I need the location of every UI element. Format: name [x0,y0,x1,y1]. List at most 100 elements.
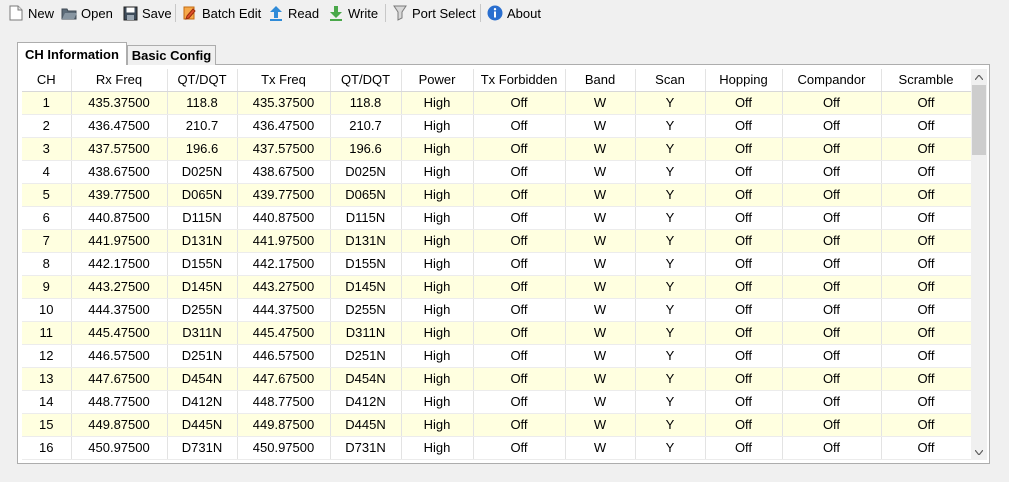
cell-tx-qt-dqt[interactable]: D145N [330,275,402,299]
cell-ch[interactable]: 10 [22,298,72,322]
cell-hopping[interactable]: Off [705,275,783,299]
cell-power[interactable]: High [401,137,474,161]
cell-rx-qt-dqt[interactable]: 210.7 [167,114,238,138]
cell-scramble[interactable]: Off [881,252,971,276]
cell-compandor[interactable]: Off [782,114,882,138]
cell-hopping[interactable]: Off [705,229,783,253]
cell-compandor[interactable]: Off [782,321,882,345]
cell-power[interactable]: High [401,206,474,230]
cell-scan[interactable]: Y [635,252,706,276]
cell-ch[interactable]: 11 [22,321,72,345]
cell-hopping[interactable]: Off [705,252,783,276]
cell-scramble[interactable]: Off [881,413,971,437]
scroll-down-button[interactable] [971,444,987,460]
cell-hopping[interactable]: Off [705,413,783,437]
cell-tx-qt-dqt[interactable]: D412N [330,390,402,414]
cell-band[interactable]: W [565,91,636,115]
cell-tx-freq[interactable]: 447.67500 [237,367,331,391]
cell-band[interactable]: W [565,436,636,460]
cell-power[interactable]: High [401,344,474,368]
cell-band[interactable]: W [565,252,636,276]
cell-tx-forbidden[interactable]: Off [473,344,566,368]
cell-scramble[interactable]: Off [881,183,971,207]
tab-basic-config[interactable]: Basic Config [127,45,216,65]
cell-ch[interactable]: 1 [22,91,72,115]
cell-scramble[interactable]: Off [881,91,971,115]
cell-power[interactable]: High [401,252,474,276]
cell-tx-freq[interactable]: 439.77500 [237,183,331,207]
cell-tx-freq[interactable]: 448.77500 [237,390,331,414]
cell-ch[interactable]: 16 [22,436,72,460]
cell-tx-forbidden[interactable]: Off [473,252,566,276]
cell-compandor[interactable]: Off [782,298,882,322]
cell-scan[interactable]: Y [635,183,706,207]
cell-ch[interactable]: 12 [22,344,72,368]
cell-rx-qt-dqt[interactable]: D454N [167,367,238,391]
cell-tx-qt-dqt[interactable]: D115N [330,206,402,230]
cell-hopping[interactable]: Off [705,114,783,138]
cell-scramble[interactable]: Off [881,436,971,460]
cell-scramble[interactable]: Off [881,114,971,138]
open-button[interactable]: Open [61,3,113,23]
cell-compandor[interactable]: Off [782,413,882,437]
cell-tx-freq[interactable]: 436.47500 [237,114,331,138]
cell-tx-freq[interactable]: 442.17500 [237,252,331,276]
cell-band[interactable]: W [565,413,636,437]
cell-power[interactable]: High [401,114,474,138]
cell-hopping[interactable]: Off [705,321,783,345]
cell-tx-forbidden[interactable]: Off [473,321,566,345]
cell-rx-qt-dqt[interactable]: D131N [167,229,238,253]
cell-compandor[interactable]: Off [782,367,882,391]
cell-scan[interactable]: Y [635,413,706,437]
cell-rx-qt-dqt[interactable]: D445N [167,413,238,437]
cell-ch[interactable]: 8 [22,252,72,276]
cell-band[interactable]: W [565,229,636,253]
cell-scramble[interactable]: Off [881,275,971,299]
cell-band[interactable]: W [565,183,636,207]
about-button[interactable]: About [487,3,541,23]
column-header-ch[interactable]: CH [22,69,72,92]
table-row[interactable]: 15 449.87500 D445N 449.87500 D445N High Off W Y O… [22,413,971,437]
cell-tx-qt-dqt[interactable]: D454N [330,367,402,391]
cell-scan[interactable]: Y [635,91,706,115]
cell-scan[interactable]: Y [635,114,706,138]
cell-scan[interactable]: Y [635,436,706,460]
cell-band[interactable]: W [565,344,636,368]
cell-tx-forbidden[interactable]: Off [473,183,566,207]
cell-tx-qt-dqt[interactable]: D131N [330,229,402,253]
table-row[interactable]: 5 439.77500 D065N 439.77500 D065N High Off W Y Of… [22,183,971,207]
cell-band[interactable]: W [565,321,636,345]
cell-compandor[interactable]: Off [782,206,882,230]
cell-compandor[interactable]: Off [782,137,882,161]
cell-tx-freq[interactable]: 446.57500 [237,344,331,368]
cell-tx-qt-dqt[interactable]: D731N [330,436,402,460]
cell-tx-forbidden[interactable]: Off [473,229,566,253]
cell-power[interactable]: High [401,91,474,115]
cell-scan[interactable]: Y [635,229,706,253]
cell-band[interactable]: W [565,137,636,161]
cell-compandor[interactable]: Off [782,160,882,184]
cell-tx-qt-dqt[interactable]: D311N [330,321,402,345]
column-header-power[interactable]: Power [401,69,474,92]
cell-rx-qt-dqt[interactable]: D255N [167,298,238,322]
column-header-rx-freq[interactable]: Rx Freq [71,69,168,92]
cell-scan[interactable]: Y [635,206,706,230]
cell-power[interactable]: High [401,321,474,345]
cell-power[interactable]: High [401,229,474,253]
cell-tx-freq[interactable]: 450.97500 [237,436,331,460]
cell-rx-qt-dqt[interactable]: D251N [167,344,238,368]
cell-rx-qt-dqt[interactable]: D731N [167,436,238,460]
cell-band[interactable]: W [565,160,636,184]
cell-ch[interactable]: 9 [22,275,72,299]
cell-hopping[interactable]: Off [705,344,783,368]
cell-rx-freq[interactable]: 448.77500 [71,390,168,414]
cell-hopping[interactable]: Off [705,160,783,184]
cell-rx-qt-dqt[interactable]: 118.8 [167,91,238,115]
cell-rx-freq[interactable]: 440.87500 [71,206,168,230]
cell-scramble[interactable]: Off [881,137,971,161]
table-row[interactable]: 8 442.17500 D155N 442.17500 D155N High Off W Y Of… [22,252,971,276]
cell-compandor[interactable]: Off [782,183,882,207]
cell-hopping[interactable]: Off [705,183,783,207]
cell-ch[interactable]: 5 [22,183,72,207]
cell-hopping[interactable]: Off [705,367,783,391]
